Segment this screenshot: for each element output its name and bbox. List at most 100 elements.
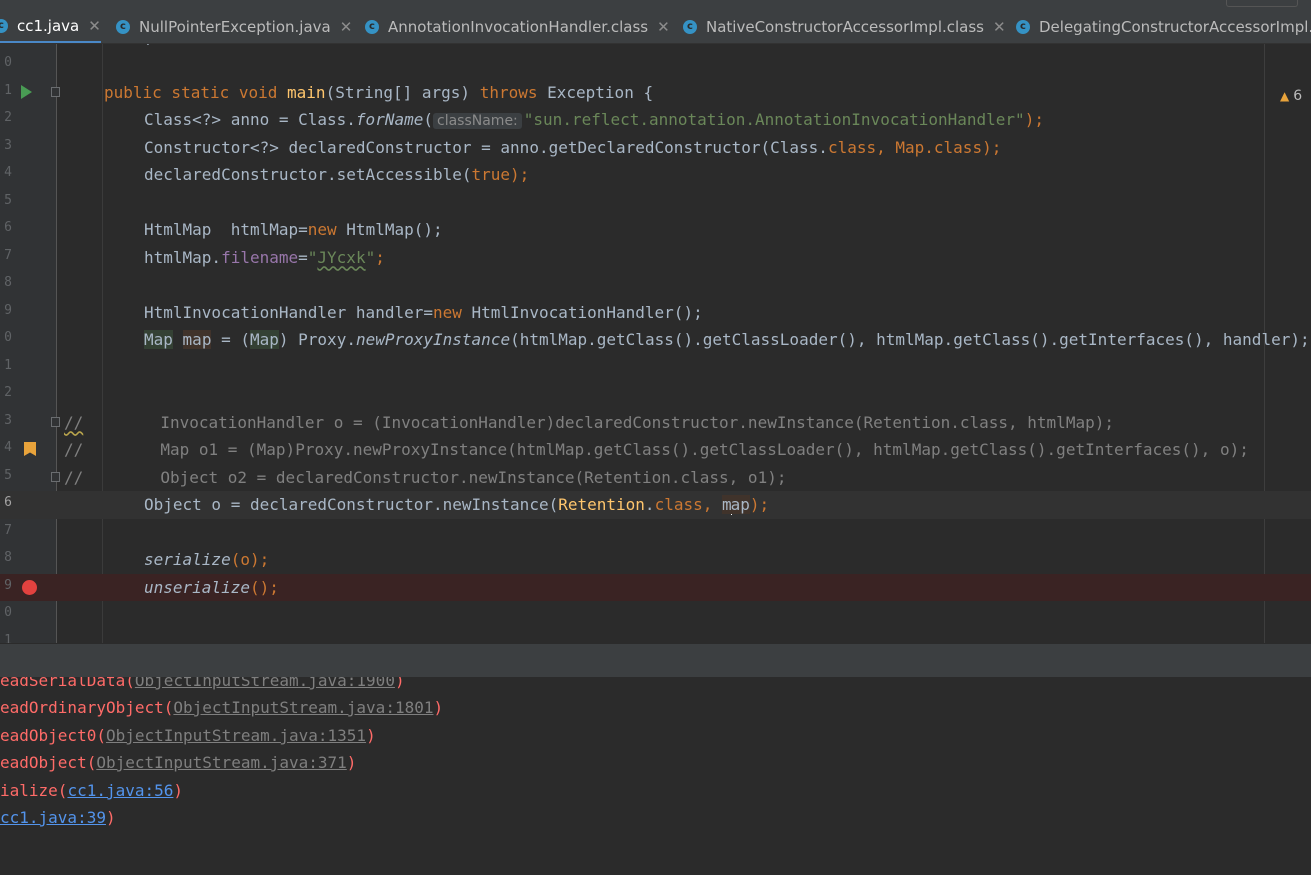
stack-trace-line: eadObject0(ObjectInputStream.java:1351) (0, 726, 376, 746)
source-link[interactable]: ObjectInputStream.java:1801 (173, 698, 433, 717)
code-text: public static void main(String[] args) t… (104, 83, 653, 103)
punctuation: ); (749, 495, 770, 514)
tab-delegatingconstructoraccessorimpl-class[interactable]: c DelegatingConstructorAccessorImpl.c (1016, 10, 1311, 44)
code-token: Exception { (547, 82, 654, 102)
source-link[interactable]: ObjectInputStream.java:1351 (106, 726, 366, 745)
code-line[interactable]: 8 (0, 271, 1311, 299)
source-link[interactable]: ObjectInputStream.java:371 (96, 753, 346, 772)
code-line[interactable]: 7 htmlMap.filename="JYcxk"; (0, 244, 1311, 272)
tool-window-splitter[interactable] (0, 643, 1311, 677)
stack-trace-line: ialize(cc1.java:56) (0, 781, 183, 801)
keyword: public static void (104, 82, 288, 102)
line-number: 1 (4, 82, 12, 98)
comment-marker: // (64, 440, 84, 459)
code-token: . (644, 495, 655, 514)
comment-text: // InvocationHandler o = (InvocationHand… (64, 413, 1114, 433)
line-number: 8 (4, 550, 12, 565)
trace-paren: ) (394, 677, 405, 690)
line-number: 4 (4, 440, 12, 455)
code-line-commented[interactable]: 3 // InvocationHandler o = (InvocationHa… (0, 409, 1311, 437)
punctuation: , (702, 495, 722, 514)
code-line-commented[interactable]: 5 // Object o2 = declaredConstructor.new… (0, 464, 1311, 492)
trace-method: eadObject( (0, 753, 97, 772)
code-line[interactable]: 1 (0, 354, 1311, 382)
code-line[interactable]: 0 (0, 51, 1311, 79)
code-line-commented[interactable]: 4 // Map o1 = (Map)Proxy.newProxyInstanc… (0, 436, 1311, 464)
punctuation: (o); (230, 550, 270, 569)
line-number: 2 (4, 110, 12, 125)
code-line[interactable]: 1 (0, 629, 1311, 644)
comment-marker: // (64, 467, 84, 487)
punctuation: ; (375, 247, 385, 267)
close-icon[interactable]: ✕ (88, 17, 101, 35)
trace-paren: ) (433, 698, 444, 717)
code-token: declaredConstructor.setAccessible( (144, 165, 472, 184)
code-line[interactable]: 5 (0, 189, 1311, 217)
comment-body: Map o1 = (Map)Proxy.newProxyInstance(htm… (83, 440, 1249, 459)
fold-icon[interactable] (51, 471, 60, 482)
code-text: Class<?> anno = Class.forName(className:… (144, 110, 1044, 131)
string-literal: "sun.reflect.annotation.AnnotationInvoca… (523, 110, 1025, 129)
tab-annotationinvocationhandler-class[interactable]: c AnnotationInvocationHandler.class ✕ (365, 10, 670, 44)
tab-nativeconstructoraccessorimpl-class[interactable]: c NativeConstructorAccessorImpl.class ✕ (683, 10, 1006, 44)
keyword: class (827, 137, 877, 157)
source-link[interactable]: cc1.java:39 (0, 808, 106, 827)
highlighted-type: Map (144, 330, 173, 349)
run-console[interactable]: eadSerialData(ObjectInputStream.java:190… (0, 677, 1311, 875)
bookmark-icon[interactable] (24, 442, 36, 456)
code-token: Object o = declaredConstructor.newInstan… (144, 495, 559, 514)
code-line[interactable]: 8 serialize(o); (0, 546, 1311, 574)
code-line[interactable]: 7 (0, 519, 1311, 547)
fold-icon[interactable] (51, 86, 60, 97)
keyword: throws (479, 82, 548, 102)
source-link[interactable]: cc1.java:56 (67, 781, 173, 800)
inspection-warnings[interactable]: ▲ 6 (1280, 88, 1302, 104)
source-link[interactable]: ObjectInputStream.java:1900 (135, 677, 395, 690)
editor-tab-bar: c cc1.java ✕ c NullPointerException.java… (0, 0, 1311, 44)
code-line[interactable]: 4 declaredConstructor.setAccessible(true… (0, 161, 1311, 189)
close-icon[interactable]: ✕ (993, 18, 1006, 36)
code-token: (htmlMap.getClass().getClassLoader(), ht… (510, 330, 1310, 349)
code-line[interactable]: 9 HtmlInvocationHandler handler=new Html… (0, 299, 1311, 327)
code-text: Object o = declaredConstructor.newInstan… (144, 495, 769, 515)
code-line-current[interactable]: 6 Object o = declaredConstructor.newInst… (0, 491, 1311, 519)
breakpoint-icon[interactable] (22, 579, 37, 595)
code-token: (String[] args) (325, 82, 480, 102)
keyword: class (654, 495, 703, 514)
code-token: Class<?> anno = Class. (144, 110, 356, 129)
code-token: ) Proxy. (278, 330, 356, 349)
keyword: class (933, 137, 983, 157)
code-token: HtmlMap htmlMap= (144, 220, 308, 239)
method-call: serialize (144, 550, 231, 569)
close-icon[interactable]: ✕ (657, 18, 670, 36)
code-token: ( (423, 110, 433, 129)
code-token: Constructor<?> declaredConstructor = ann… (144, 137, 828, 157)
tab-cc1-java[interactable]: c cc1.java ✕ (0, 10, 101, 44)
line-number: 0 (4, 55, 12, 70)
warning-icon: ▲ (1280, 88, 1290, 103)
line-number: 9 (4, 302, 12, 318)
line-number: 1 (4, 632, 12, 644)
code-line[interactable]: 6 HtmlMap htmlMap=new HtmlMap(); (0, 216, 1311, 244)
run-icon[interactable] (21, 84, 32, 99)
code-editor[interactable]: ; 0 1 public static void main(String[] a… (0, 44, 1311, 643)
code-line[interactable]: 3 Constructor<?> declaredConstructor = a… (0, 134, 1311, 162)
code-line[interactable]: 2 Class<?> anno = Class.forName(classNam… (0, 106, 1311, 134)
code-line-breakpoint[interactable]: 9 unserialize(); (0, 573, 1311, 601)
code-line-main[interactable]: 1 public static void main(String[] args)… (0, 79, 1311, 107)
punctuation: (); (249, 577, 279, 597)
code-line[interactable]: 0 (0, 601, 1311, 629)
punctuation: ); (982, 137, 1002, 157)
fold-icon[interactable] (51, 416, 60, 427)
comment-text: // Object o2 = declaredConstructor.newIn… (64, 468, 786, 488)
code-line[interactable]: 2 (0, 381, 1311, 409)
comment-text: // Map o1 = (Map)Proxy.newProxyInstance(… (64, 440, 1249, 460)
line-number: 0 (4, 330, 12, 345)
string-quote: " (365, 247, 376, 267)
stack-trace-line: eadOrdinaryObject(ObjectInputStream.java… (0, 698, 443, 718)
code-token: HtmlMap(); (346, 220, 443, 239)
close-icon[interactable]: ✕ (340, 18, 353, 36)
code-fragment: ; (144, 44, 163, 48)
code-line[interactable]: 0 Map map = (Map) Proxy.newProxyInstance… (0, 326, 1311, 354)
tab-nullpointerexception-java[interactable]: c NullPointerException.java ✕ (116, 10, 352, 44)
